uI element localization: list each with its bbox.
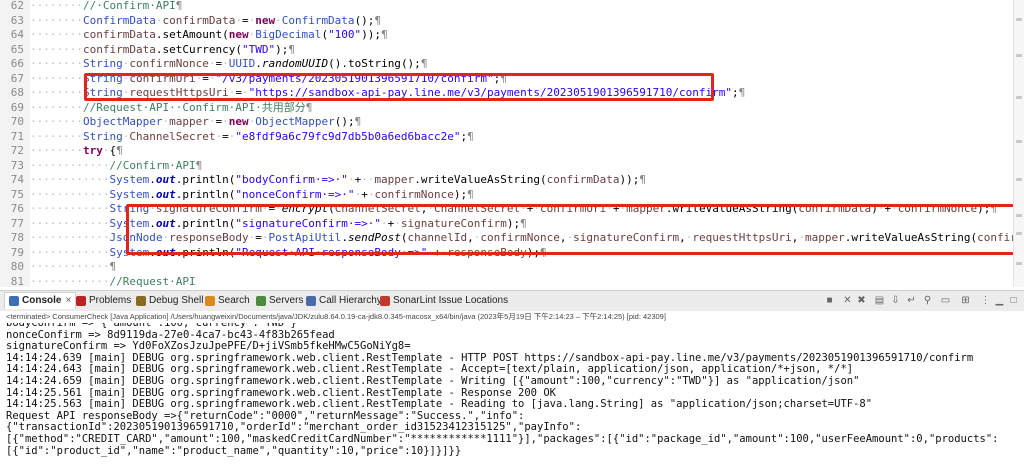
tab-servers[interactable]: Servers (256, 293, 303, 309)
console-line: 14:14:24.659 [main] DEBUG org.springfram… (6, 375, 860, 387)
console-line: 14:14:25.561 [main] DEBUG org.springfram… (6, 386, 556, 399)
maximize-icon[interactable]: □ (1008, 295, 1019, 306)
tab-label: SonarLint Issue Locations (393, 295, 509, 306)
code-text: ············¶ (30, 260, 117, 273)
tab-label: Problems (89, 295, 132, 306)
code-text: ········ObjectMapper·mapper·=·new·Object… (30, 115, 362, 128)
remove-all-icon[interactable]: ✖ (856, 295, 867, 306)
console-icon (9, 296, 19, 306)
code-text: ········//Request·API··Confirm·API·共用部分¶ (30, 100, 313, 114)
servers-icon (256, 296, 266, 306)
search-icon (205, 296, 215, 306)
console-line: nonceConfirm => 8d9119da-27e0-4ca7-bc43-… (6, 328, 335, 341)
ruler-marker[interactable] (1016, 54, 1022, 57)
ruler-marker[interactable] (1016, 178, 1022, 181)
tab-problems[interactable]: Problems (76, 293, 131, 309)
scroll-lock-icon[interactable]: ⇩ (890, 295, 901, 306)
code-text: ········try·{¶ (30, 144, 123, 157)
tab-console[interactable]: Console × (4, 292, 77, 309)
console-tab-bar: Console × Problems Debug Shell Search Servers… (0, 290, 1024, 312)
tab-label: Debug Shell (149, 295, 204, 306)
tab-label: Servers (269, 295, 304, 306)
code-text: ············//Confirm·API¶ (30, 158, 203, 172)
console-status: <terminated> ConsumerCheck [Java Applica… (0, 311, 1024, 323)
code-text: ········confirmData.setCurrency("TWD");¶ (30, 42, 295, 56)
minimize-icon[interactable]: ▁ (994, 295, 1005, 306)
console-line: Request API responseBody =>{"returnCode"… (6, 409, 525, 422)
remove-launch-icon[interactable]: ✕ (842, 295, 853, 306)
console-line: signatureConfirm => Yd0FoXZosJzuJpePFE/D… (6, 340, 411, 353)
stop-icon[interactable]: ■ (824, 295, 835, 306)
code-text: ············System.out.println("nonceCon… (30, 187, 474, 201)
line-number: 81 (0, 273, 30, 287)
ruler-marker[interactable] (1016, 96, 1022, 99)
overview-ruler[interactable] (1013, 0, 1024, 287)
call-hierarchy-icon (306, 296, 316, 306)
code-text: ········ConfirmData·confirmData·=·new·Co… (30, 13, 382, 27)
ruler-marker[interactable] (1016, 140, 1022, 143)
open-console-icon[interactable]: ⊞ (960, 295, 971, 306)
ruler-marker[interactable] (1016, 232, 1022, 235)
display-console-icon[interactable]: ▭ (940, 295, 951, 306)
console-line: 14:14:24.643 [main] DEBUG org.springfram… (6, 363, 854, 376)
code-text: ········confirmData.setAmount(new·BigDec… (30, 28, 388, 41)
console-line: [{"id":"product_id","name":"product_name… (6, 444, 462, 457)
console-line: 14:14:24.639 [main] DEBUG org.springfram… (6, 351, 974, 364)
problems-icon (76, 296, 86, 306)
highlight-box (126, 204, 1024, 255)
code-text: ········String·ChannelSecret·=·"e8fdf9a6… (30, 129, 474, 143)
tab-label: Search (218, 295, 250, 306)
close-icon[interactable]: × (65, 293, 71, 309)
ruler-marker[interactable] (1016, 214, 1022, 217)
code-line[interactable]: 81 ············//Request·API (0, 273, 1024, 288)
code-editor[interactable]: 62 ········//·Confirm·API¶ 63 ········Confi… (0, 0, 1024, 287)
pin-console-icon[interactable]: ⚲ (922, 295, 933, 306)
tab-call-hierarchy[interactable]: Call Hierarchy (306, 293, 382, 309)
code-text: ········String·confirmNonce·=·UUID.rando… (30, 57, 428, 70)
view-menu-icon[interactable]: ⋮ (980, 295, 991, 306)
tab-search[interactable]: Search (205, 293, 250, 309)
debug-shell-icon (136, 296, 146, 306)
sonarlint-icon (380, 296, 390, 306)
ruler-marker[interactable] (1016, 18, 1022, 21)
tab-label: Console (22, 295, 62, 306)
code-text: ············System.out.println("bodyConf… (30, 173, 647, 186)
console-output[interactable]: bodyConfirm => {"amount":100,"currency":… (0, 323, 1024, 465)
tab-debug-shell[interactable]: Debug Shell (136, 293, 203, 309)
tab-sonarlint-issue-locations[interactable]: SonarLint Issue Locations (380, 293, 508, 309)
console-line: {"transactionId":2023051901396591710,"or… (6, 421, 582, 434)
word-wrap-icon[interactable]: ↵ (906, 295, 917, 306)
tab-label: Call Hierarchy (319, 295, 382, 306)
console-line: 14:14:25.563 [main] DEBUG org.springfram… (6, 398, 873, 411)
console-line: [{"method":"CREDIT_CARD","amount":100,"m… (6, 433, 999, 445)
ruler-marker[interactable] (1016, 262, 1022, 265)
code-text: ········//·Confirm·API¶ (30, 0, 183, 12)
code-text: ············//Request·API (30, 274, 196, 288)
clear-console-icon[interactable]: ▤ (874, 295, 885, 306)
highlight-box (84, 73, 714, 101)
